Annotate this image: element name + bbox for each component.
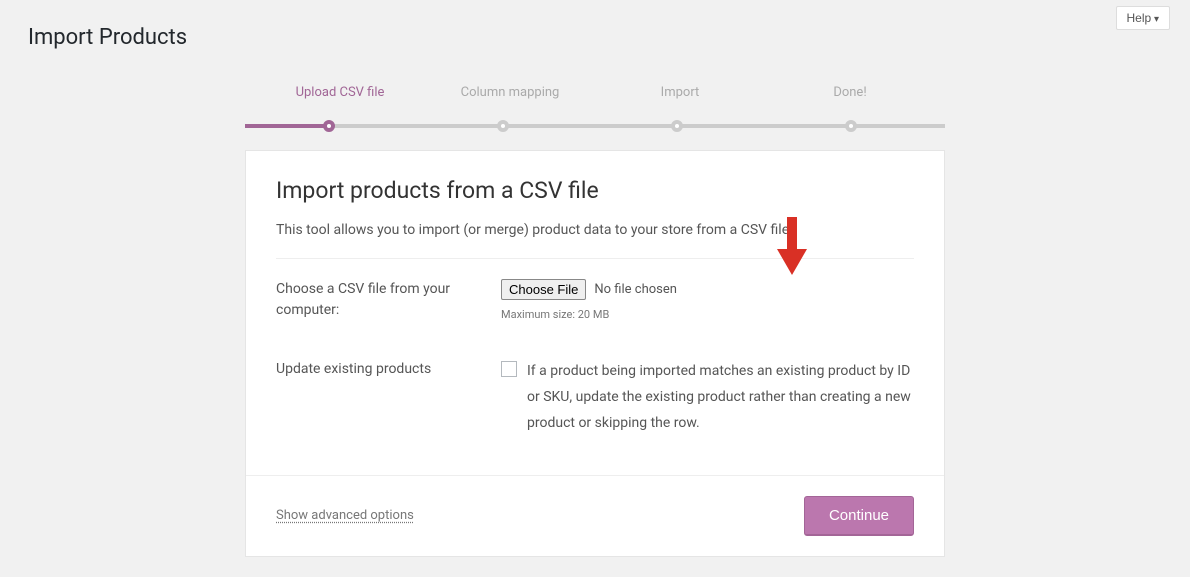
- update-existing-label: Update existing products: [276, 359, 501, 437]
- step-label: Import: [595, 85, 765, 114]
- step-label: Upload CSV file: [255, 85, 425, 114]
- import-panel: Import products from a CSV file This too…: [245, 150, 945, 557]
- choose-file-button[interactable]: Choose File: [501, 279, 586, 300]
- file-size-hint: Maximum size: 20 MB: [501, 308, 914, 321]
- step-dot: [323, 120, 335, 132]
- update-existing-row: Update existing products If a product be…: [276, 339, 914, 455]
- step-done: Done!: [765, 85, 935, 114]
- page-title: Import Products: [0, 0, 1190, 50]
- choose-file-label: Choose a CSV file from your computer:: [276, 279, 501, 321]
- step-label: Column mapping: [425, 85, 595, 114]
- step-dot: [671, 120, 683, 132]
- step-dot: [497, 120, 509, 132]
- continue-button[interactable]: Continue: [804, 496, 914, 536]
- help-button[interactable]: Help: [1116, 6, 1171, 30]
- step-label: Done!: [765, 85, 935, 114]
- step-column-mapping: Column mapping: [425, 85, 595, 114]
- wizard-steps: Upload CSV file Column mapping Import Do…: [245, 85, 945, 114]
- panel-heading: Import products from a CSV file: [276, 177, 914, 204]
- wizard-container: Upload CSV file Column mapping Import Do…: [245, 85, 945, 557]
- update-existing-description: If a product being imported matches an e…: [527, 359, 914, 437]
- panel-description: This tool allows you to import (or merge…: [276, 222, 914, 238]
- no-file-chosen-text: No file chosen: [594, 282, 677, 297]
- step-upload-csv: Upload CSV file: [255, 85, 425, 114]
- choose-file-row: Choose a CSV file from your computer: Ch…: [276, 259, 914, 339]
- panel-footer: Show advanced options Continue: [246, 475, 944, 556]
- progress-track: [245, 124, 945, 128]
- step-import: Import: [595, 85, 765, 114]
- step-dot: [845, 120, 857, 132]
- show-advanced-options-link[interactable]: Show advanced options: [276, 508, 414, 523]
- update-existing-checkbox[interactable]: [501, 361, 517, 377]
